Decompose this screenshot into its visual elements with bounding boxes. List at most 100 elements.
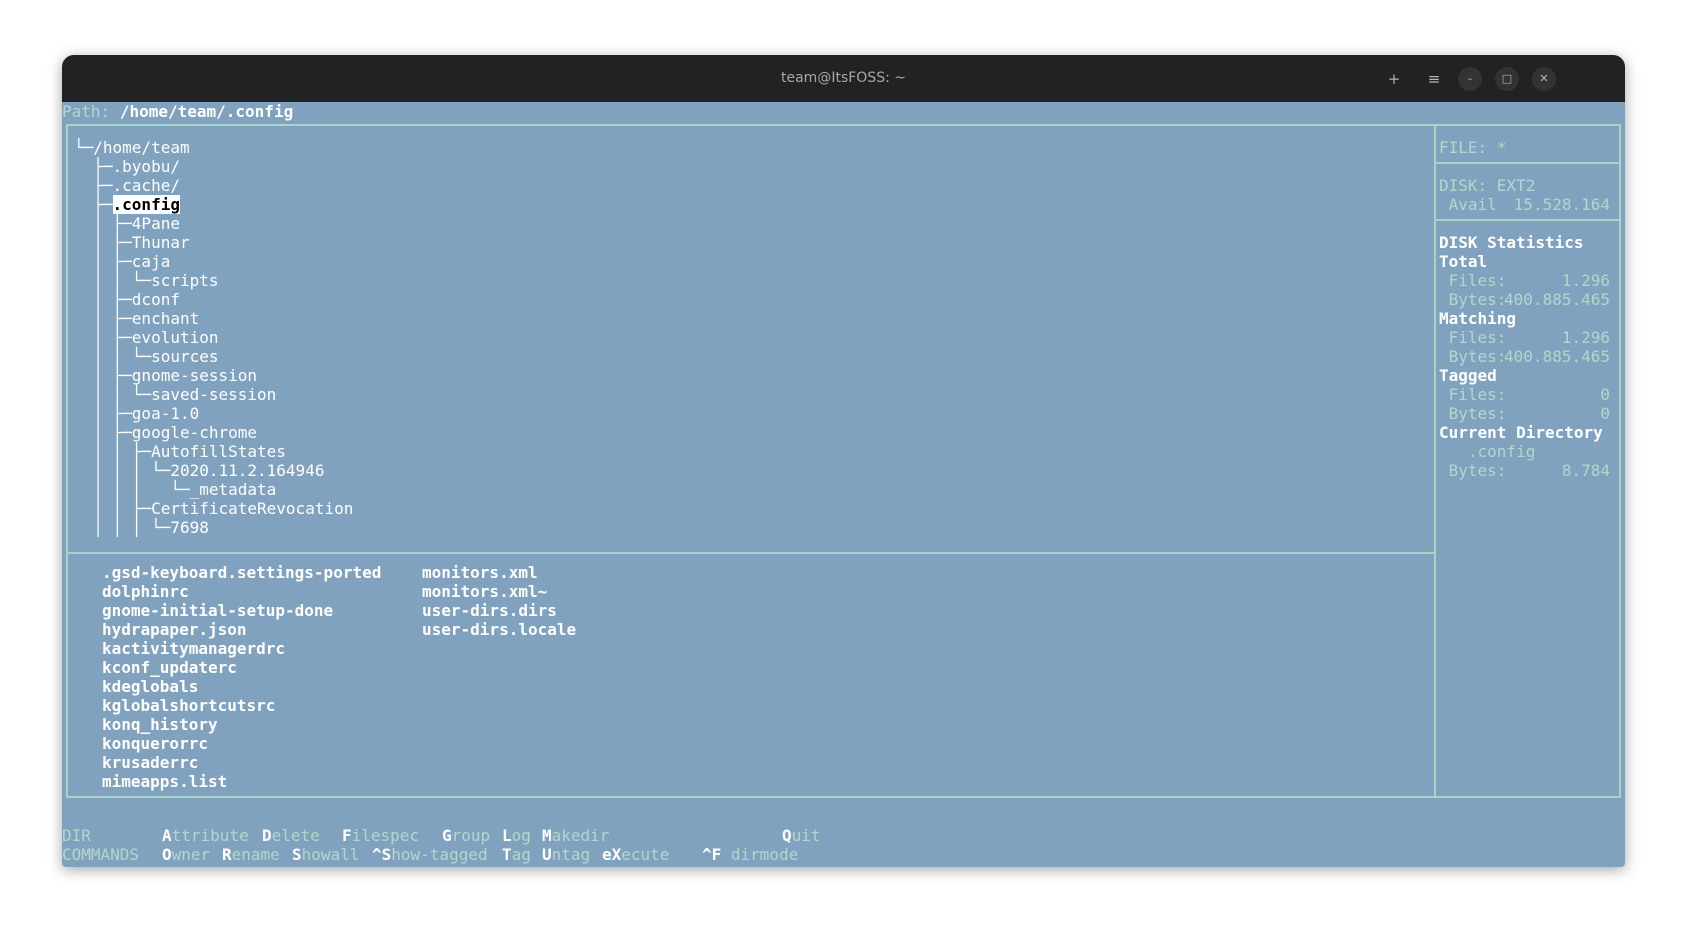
tree-node[interactable]: ├─.cache/	[74, 176, 180, 195]
tree-node-label: /home/team	[93, 138, 190, 157]
command-show-tagged[interactable]: ^Show-tagged	[372, 845, 488, 864]
list-item[interactable]: .gsd-keyboard.settings-ported	[102, 563, 381, 582]
command-label: wner	[171, 845, 211, 864]
stat-value: 400.885.465	[1504, 290, 1610, 309]
tree-node[interactable]: │ │ └─sources	[74, 347, 219, 366]
command-row-label: COMMANDS	[62, 845, 140, 864]
tree-branch: │ ├─	[74, 404, 132, 423]
stat-label: Bytes:	[1439, 290, 1507, 309]
tree-node[interactable]: │ ├─google-chrome	[74, 423, 257, 442]
tree-node[interactable]: │ ├─enchant	[74, 309, 199, 328]
tree-branch: ├─	[74, 157, 113, 176]
path-line: Path: /home/team/.config	[62, 102, 293, 121]
tree-node[interactable]: │ ├─Thunar	[74, 233, 190, 252]
command-key: Q	[782, 826, 792, 845]
tree-branch: │ │ ├─	[74, 442, 152, 461]
command-key: R	[222, 845, 232, 864]
stat-label: Bytes:	[1439, 404, 1507, 423]
list-item[interactable]: kdeglobals	[102, 677, 198, 696]
file-filter: FILE: *	[1439, 138, 1507, 157]
list-item[interactable]: user-dirs.locale	[422, 620, 576, 639]
stat-label: Bytes:	[1439, 347, 1507, 366]
tree-node-label: 7698	[170, 518, 209, 537]
command-rename[interactable]: Rename	[222, 845, 280, 864]
avail-label: Avail	[1439, 195, 1497, 214]
tree-node[interactable]: │ ├─gnome-session	[74, 366, 257, 385]
tree-branch: │ │ │ └─	[74, 518, 171, 537]
tree-node[interactable]: │ ├─dconf	[74, 290, 180, 309]
list-item[interactable]: konq_history	[102, 715, 218, 734]
command-quit[interactable]: Quit	[782, 826, 821, 845]
new-tab-icon[interactable]: +	[1382, 67, 1406, 91]
terminal-content[interactable]: Path: /home/team/.config └─/home/team ├─…	[62, 102, 1625, 867]
list-item[interactable]: user-dirs.dirs	[422, 601, 557, 620]
command-label: ag	[511, 845, 531, 864]
tree-node-selected[interactable]: ├─.config	[74, 195, 180, 214]
tree-node[interactable]: │ │ ├─AutofillStates	[74, 442, 286, 461]
command-showall[interactable]: Showall	[292, 845, 359, 864]
total-bytes: Bytes: 400.885.465	[1439, 290, 1610, 309]
command-attribute[interactable]: Attribute	[162, 826, 249, 845]
command-filespec[interactable]: Filespec	[342, 826, 419, 845]
list-item[interactable]: kactivitymanagerdrc	[102, 639, 285, 658]
tree-node[interactable]: │ ├─evolution	[74, 328, 218, 347]
info-divider	[1434, 124, 1436, 798]
close-icon[interactable]: ✕	[1532, 67, 1556, 91]
command-label: uit	[791, 826, 821, 845]
list-item[interactable]: monitors.xml~	[422, 582, 547, 601]
stat-label: Bytes:	[1439, 461, 1507, 480]
command-delete[interactable]: Delete	[262, 826, 320, 845]
list-item[interactable]: kconf_updaterc	[102, 658, 237, 677]
command-label: dirmode	[721, 845, 799, 864]
tree-node-label: .config	[112, 195, 180, 214]
tree-node[interactable]: │ │ │ └─_metadata	[74, 480, 276, 499]
command-label: howall	[301, 845, 360, 864]
minimize-icon[interactable]: –	[1458, 67, 1482, 91]
list-item[interactable]: kglobalshortcutsrc	[102, 696, 275, 715]
tree-node-label: AutofillStates	[151, 442, 286, 461]
tree-node-label: scripts	[151, 271, 219, 290]
list-item[interactable]: konquerorrc	[102, 734, 208, 753]
tree-node[interactable]: │ │ │ └─2020.11.2.164946	[74, 461, 324, 480]
list-item[interactable]: krusaderrc	[102, 753, 198, 772]
list-item[interactable]: hydrapaper.json	[102, 620, 247, 639]
stat-label: Files:	[1439, 271, 1507, 290]
command-untag[interactable]: Untag	[542, 845, 590, 864]
path-value: /home/team/.config	[119, 102, 294, 121]
list-item[interactable]: dolphinrc	[102, 582, 189, 601]
command-log[interactable]: Log	[502, 826, 531, 845]
command-dirmode[interactable]: ^F dirmode	[702, 845, 798, 864]
command-owner[interactable]: Owner	[162, 845, 210, 864]
tree-node-label: CertificateRevocation	[151, 499, 354, 518]
tree-node[interactable]: ├─.byobu/	[74, 157, 180, 176]
tree-node[interactable]: │ ├─caja	[74, 252, 170, 271]
tree-node-label: .byobu/	[112, 157, 180, 176]
command-tag[interactable]: Tag	[502, 845, 531, 864]
tree-node[interactable]: │ │ └─scripts	[74, 271, 219, 290]
command-label: how-tagged	[391, 845, 488, 864]
tree-node-label: goa-1.0	[131, 404, 200, 423]
command-makedir[interactable]: Makedir	[542, 826, 609, 845]
tree-node-label: sources	[151, 347, 219, 366]
tree-branch: │ ├─	[74, 252, 132, 271]
command-key: A	[162, 826, 172, 845]
command-execute[interactable]: eXecute	[602, 845, 669, 864]
tree-node[interactable]: └─/home/team	[74, 138, 190, 157]
tree-branch: │ ├─	[74, 214, 132, 233]
maximize-icon[interactable]: □	[1495, 67, 1519, 91]
tree-node-label: 4Pane	[131, 214, 180, 233]
tree-node[interactable]: │ ├─goa-1.0	[74, 404, 199, 423]
tree-node[interactable]: │ │ │ └─7698	[74, 518, 209, 537]
tree-node[interactable]: │ │ ├─CertificateRevocation	[74, 499, 353, 518]
tree-branch: │ ├─	[74, 233, 132, 252]
tree-node[interactable]: │ ├─4Pane	[74, 214, 180, 233]
command-key: F	[342, 826, 352, 845]
list-item[interactable]: gnome-initial-setup-done	[102, 601, 333, 620]
menu-icon[interactable]: ≡	[1422, 67, 1446, 91]
command-label: akedir	[551, 826, 610, 845]
list-item[interactable]: monitors.xml	[422, 563, 538, 582]
tree-node-label: Thunar	[131, 233, 190, 252]
list-item[interactable]: mimeapps.list	[102, 772, 227, 791]
tree-node[interactable]: │ │ └─saved-session	[74, 385, 276, 404]
command-group[interactable]: Group	[442, 826, 490, 845]
